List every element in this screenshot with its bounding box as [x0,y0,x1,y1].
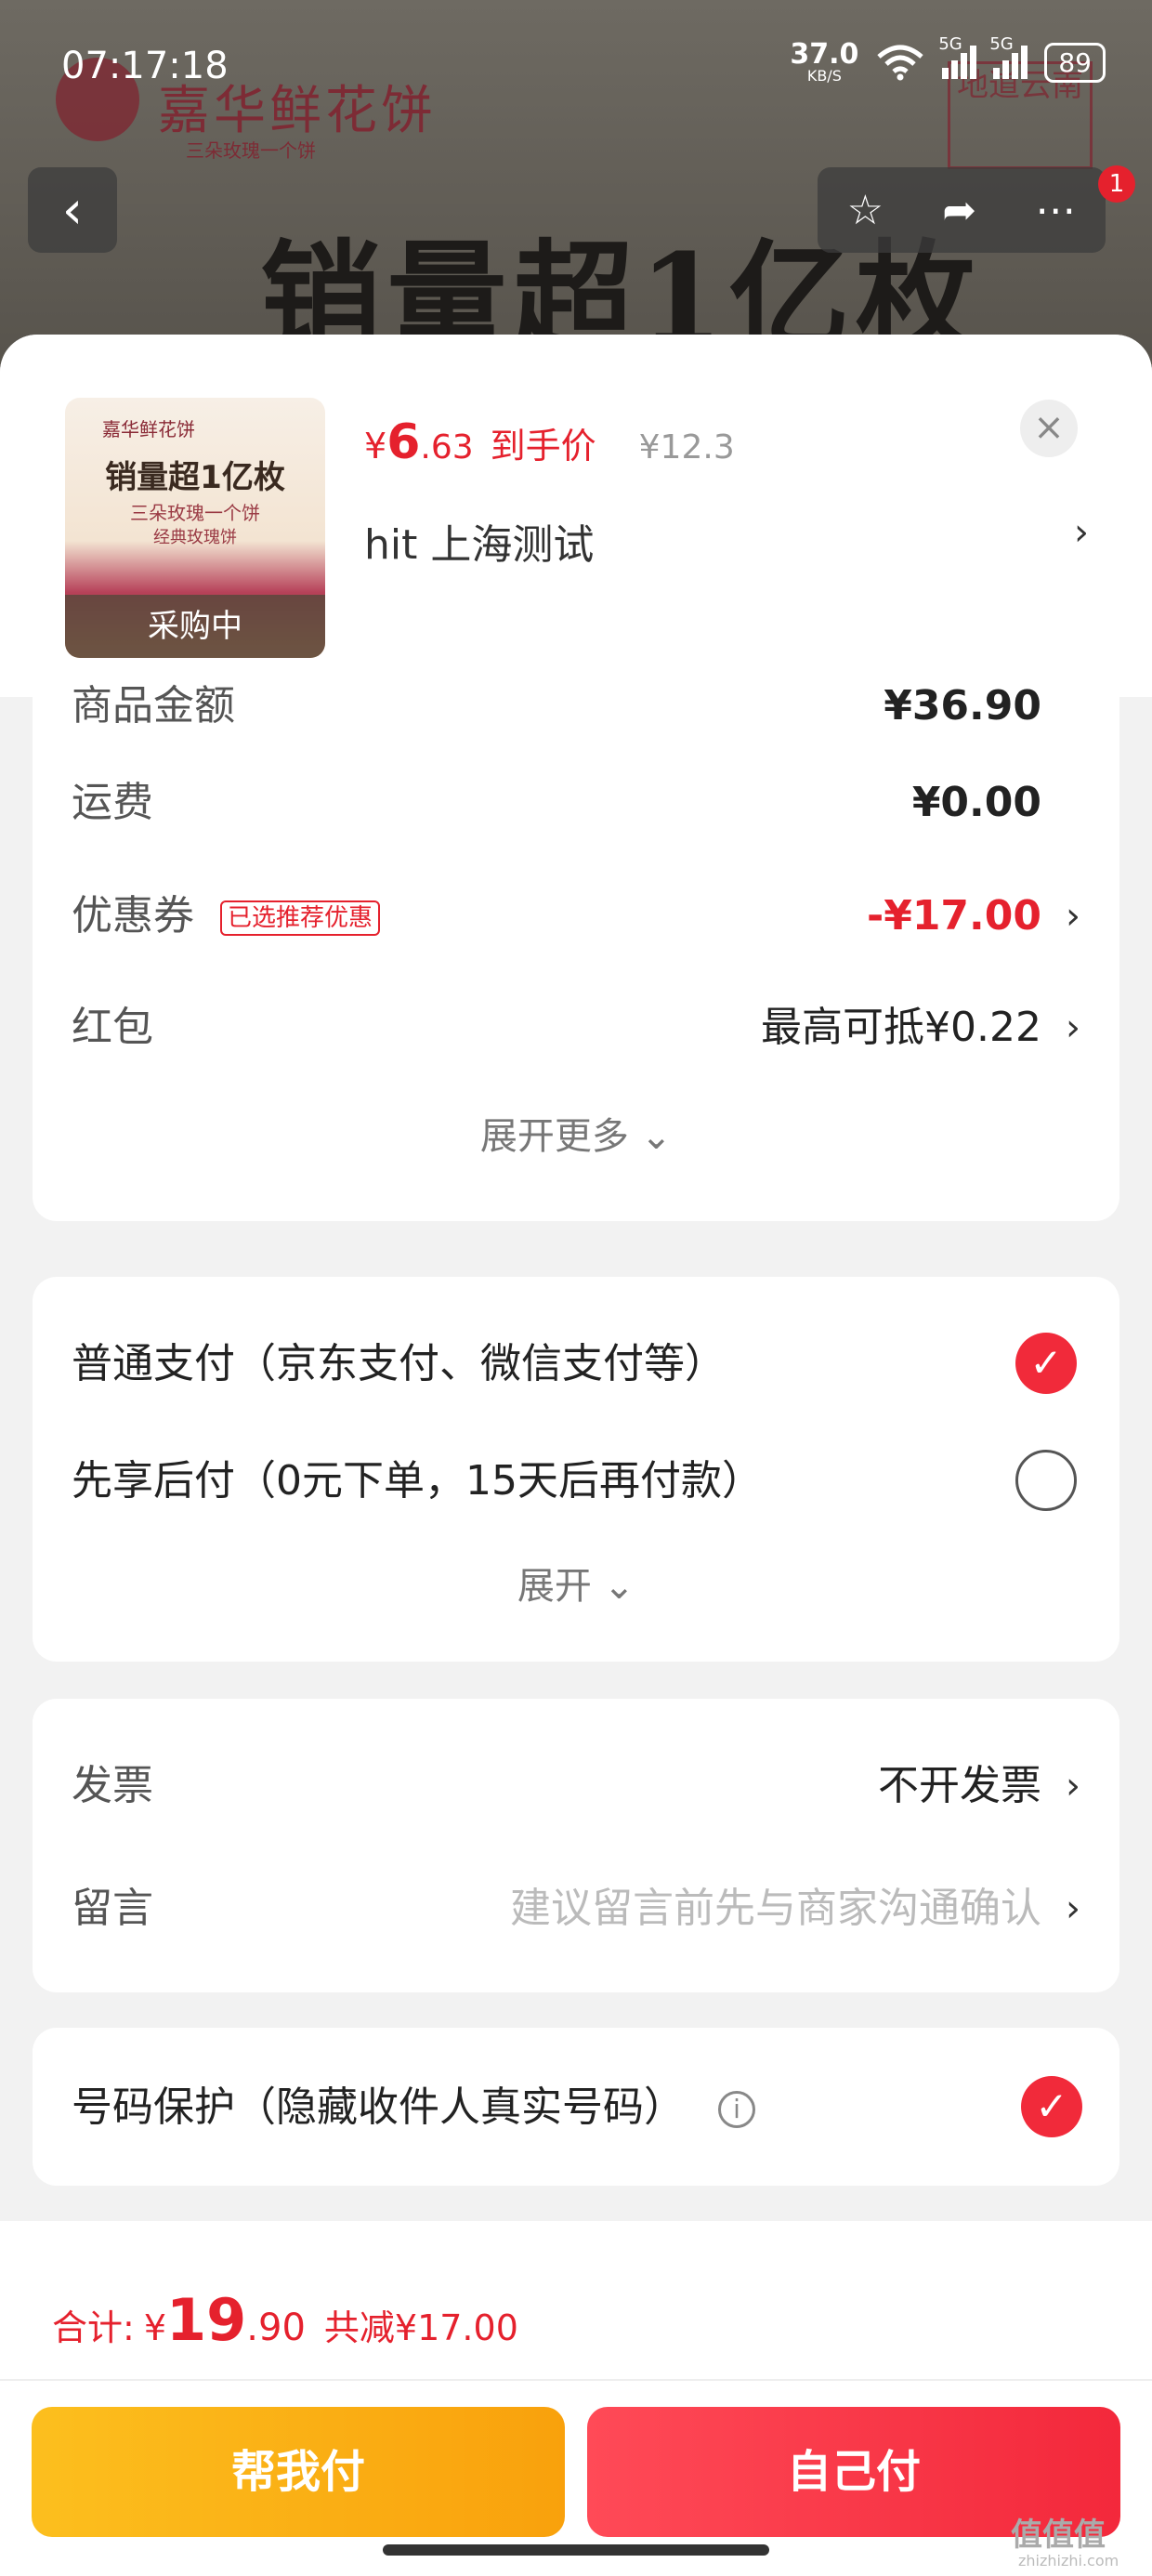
spec-selector[interactable]: hit 上海测试 › [364,511,1089,571]
watermark: 值值值 [1011,2517,1106,2554]
battery-icon: 89 [1044,42,1106,83]
price-currency: ¥ [364,426,387,467]
payment-option-standard-label: 普通支付（京东支付、微信支付等） [72,1340,726,1387]
total-decimal: .90 [246,2307,306,2349]
goods-amount-label: 商品金额 [72,682,235,729]
info-icon[interactable]: i [718,2091,755,2128]
payment-card: 普通支付（京东支付、微信支付等） ✓ 先享后付（0元下单，15天后再付款） 展开… [33,1277,1119,1662]
notification-badge: 1 [1098,165,1135,203]
watermark-site: zhizhizhi.com [1018,2552,1119,2569]
total-label: 合计: [52,2307,135,2348]
coupon-row[interactable]: 优惠券 已选推荐优惠 -¥17.00 › [72,879,1080,953]
redpack-row[interactable]: 红包 最高可抵¥0.22 › [72,991,1080,1065]
share-icon[interactable]: ➦ [942,187,976,234]
price-integer: 6 [386,414,421,470]
goods-amount-value: ¥36.90 [884,682,1041,729]
wifi-icon [877,45,923,81]
close-button[interactable]: × [1020,400,1078,457]
payment-option-later-label: 先享后付（0元下单，15天后再付款） [72,1457,763,1505]
brand-slogan: 三朵玫瑰一个饼 [186,139,316,162]
top-actions: ☆ ➦ ⋯ [818,167,1106,253]
total-integer: 19 [166,2286,247,2354]
coupon-value: -¥17.00 [866,892,1041,940]
amounts-card: 商品金额 ¥36.90 运费 ¥0.00 优惠券 已选推荐优惠 -¥17.00 … [33,682,1119,1221]
shipping-row: 运费 ¥0.00 [72,766,1080,840]
signal-icon-2: 5G [989,34,1028,79]
note-input[interactable]: 建议留言前先与商家沟通确认 [510,1872,1041,1946]
more-icon[interactable]: ⋯ [1035,187,1076,234]
coupon-badge: 已选推荐优惠 [220,900,381,936]
chevron-right-icon: › [1066,1887,1080,1930]
radio-later-unchecked[interactable] [1015,1450,1077,1511]
invoice-row[interactable]: 发票 不开发票 › [72,1749,1080,1823]
chevron-right-icon: › [1066,895,1080,938]
spec-text: hit 上海测试 [364,521,595,569]
privacy-card: 号码保护（隐藏收件人真实号码） i ✓ [33,2028,1119,2186]
help-pay-button[interactable]: 帮我付 [32,2407,565,2537]
home-indicator[interactable] [383,2544,769,2556]
coupon-label: 优惠券 [72,892,194,940]
check-icon: ✓ [1035,2083,1068,2129]
payment-option-later[interactable]: 先享后付（0元下单，15天后再付款） [72,1444,1080,1518]
order-sheet: 嘉华鲜花饼 销量超1亿枚 三朵玫瑰一个饼 经典玫瑰饼 采购中 ¥ 6 .63 到… [0,335,1152,2576]
redpack-label: 红包 [72,1004,153,1051]
checkout-bar: 合计: ¥ 19 .90 共减¥17.00 帮我付 自己付 [0,2221,1152,2576]
total-discount: 共减¥17.00 [323,2307,518,2348]
star-icon[interactable]: ☆ [847,187,884,234]
invoice-value: 不开发票 [878,1762,1041,1809]
price-decimal: .63 [420,428,474,467]
original-price: ¥12.3 [638,428,735,467]
extras-card: 发票 不开发票 › 留言 建议留言前先与商家沟通确认 › [33,1699,1119,1992]
divider [0,2379,1152,2381]
chevron-left-icon: ‹ [61,179,84,241]
shipping-label: 运费 [72,779,153,826]
note-row[interactable]: 留言 建议留言前先与商家沟通确认 › [72,1872,1080,1946]
note-label: 留言 [72,1885,153,1932]
redpack-value: 最高可抵¥0.22 [761,1004,1041,1051]
price-row: ¥ 6 .63 到手价 ¥12.3 [364,414,735,470]
product-thumbnail[interactable]: 嘉华鲜花饼 销量超1亿枚 三朵玫瑰一个饼 经典玫瑰饼 采购中 [65,398,325,658]
signal-2-label: 5G [989,34,1014,54]
status-time: 07:17:18 [61,45,229,87]
net-speed-unit: KB/S [806,67,842,85]
close-icon: × [1033,406,1065,449]
product-header: 嘉华鲜花饼 销量超1亿枚 三朵玫瑰一个饼 经典玫瑰饼 采购中 ¥ 6 .63 到… [0,335,1152,697]
status-bar: 07:17:18 37.0 KB/S 5G 5G 89 [0,0,1152,102]
thumb-title: 销量超1亿枚 [105,459,285,496]
goods-amount-row: 商品金额 ¥36.90 [72,669,1080,743]
invoice-label: 发票 [72,1762,153,1809]
thumb-subtitle-2: 经典玫瑰饼 [153,528,237,547]
net-speed-value: 37.0 [790,38,859,71]
signal-1-label: 5G [938,34,962,54]
privacy-row: 号码保护（隐藏收件人真实号码） i [72,2070,815,2145]
chevron-right-icon: › [1066,1006,1080,1049]
final-price-label: 到手价 [490,426,596,467]
total-row: 合计: ¥ 19 .90 共减¥17.00 [52,2286,518,2354]
thumb-brand: 嘉华鲜花饼 [102,418,195,440]
total-currency: ¥ [143,2307,166,2348]
check-icon: ✓ [1029,1340,1063,1386]
expand-more-button[interactable]: 展开更多 ⌄ [33,1106,1119,1160]
chevron-right-icon: › [1066,1765,1080,1807]
expand-payment-button[interactable]: 展开 ⌄ [33,1556,1119,1610]
privacy-checkbox[interactable]: ✓ [1021,2076,1082,2137]
shipping-value: ¥0.00 [911,779,1041,826]
chevron-right-icon: › [1074,511,1089,554]
thumb-subtitle: 三朵玫瑰一个饼 [130,502,260,524]
signal-icon-1: 5G [938,34,977,79]
purchasing-badge: 采购中 [65,595,325,658]
status-icons: 37.0 KB/S 5G 5G 89 [790,34,1106,84]
back-button[interactable]: ‹ [28,167,117,253]
privacy-label: 号码保护（隐藏收件人真实号码） [72,2083,685,2131]
net-speed: 37.0 KB/S [790,41,858,84]
payment-option-standard[interactable]: 普通支付（京东支付、微信支付等） [72,1327,1080,1401]
radio-standard-checked[interactable]: ✓ [1015,1333,1077,1394]
